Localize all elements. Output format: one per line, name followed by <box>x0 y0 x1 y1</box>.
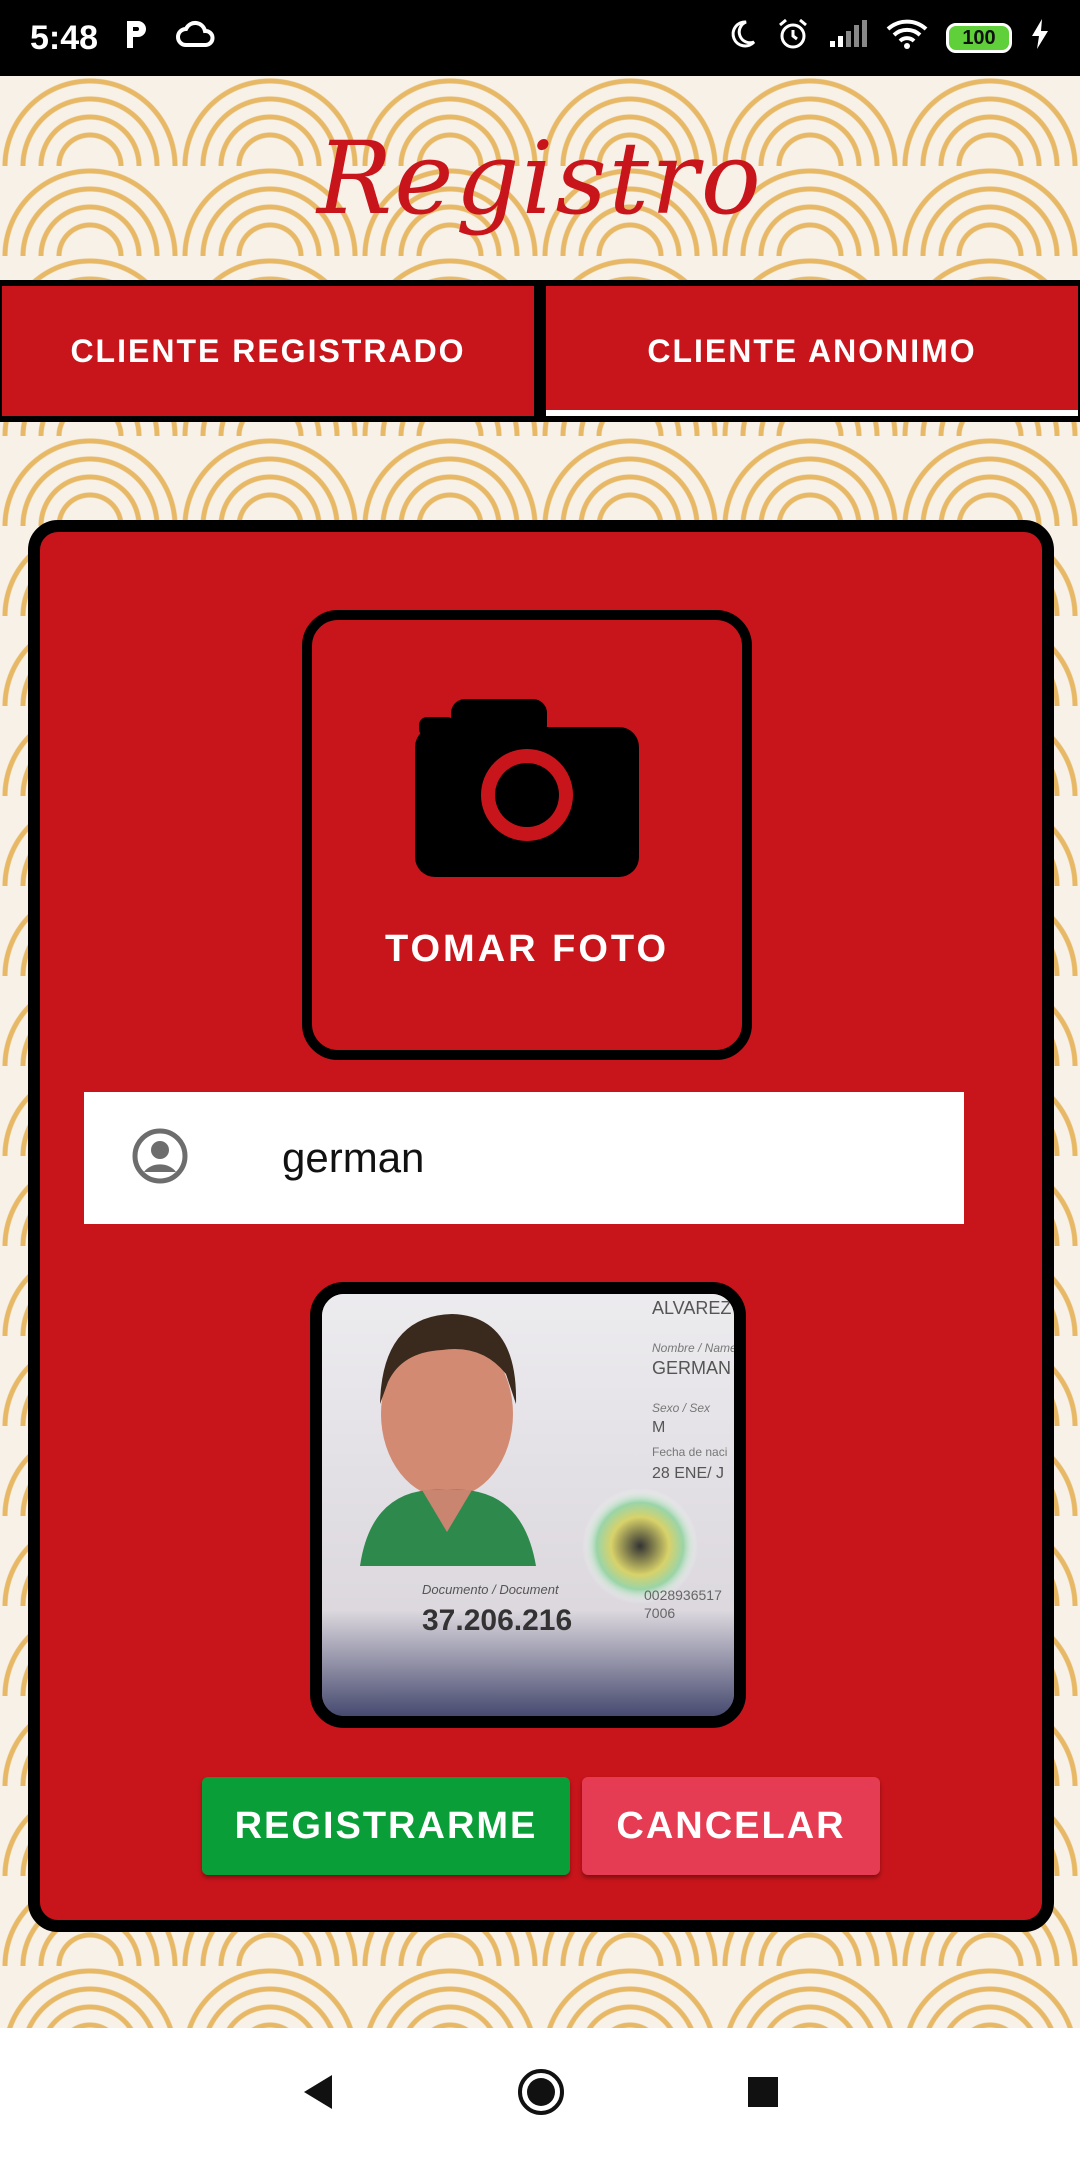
moon-icon <box>726 18 758 59</box>
account-circle-icon <box>132 1128 188 1189</box>
tab-label: CLIENTE REGISTRADO <box>70 332 466 369</box>
registration-card: TOMAR FOTO german ALVAREZ Nombre / Name … <box>28 520 1054 1932</box>
back-icon[interactable] <box>300 2072 336 2117</box>
tab-cliente-registrado[interactable]: CLIENTE REGISTRADO <box>0 284 536 418</box>
take-photo-button[interactable]: TOMAR FOTO <box>302 610 752 1060</box>
id-card-photo: ALVAREZ Nombre / Name GERMAN Sexo / Sex … <box>310 1282 746 1728</box>
id-code: 0028936517 <box>644 1587 722 1603</box>
status-bar: 5:48 100 <box>0 0 1080 76</box>
id-sex-label: Sexo / Sex <box>652 1401 711 1415</box>
name-input[interactable] <box>282 1134 882 1182</box>
parking-icon <box>124 18 150 59</box>
take-photo-label: TOMAR FOTO <box>384 928 670 970</box>
id-surname: ALVAREZ <box>652 1298 731 1318</box>
recents-icon[interactable] <box>746 2075 780 2114</box>
id-document-label: Documento / Document <box>422 1582 560 1597</box>
name-field[interactable] <box>84 1092 964 1224</box>
camera-icon <box>415 699 639 884</box>
charging-icon <box>1030 18 1050 59</box>
home-icon[interactable] <box>516 2067 566 2122</box>
cloud-icon <box>176 19 216 58</box>
tab-label: CLIENTE ANONIMO <box>647 332 977 369</box>
alarm-icon <box>776 17 810 60</box>
register-button[interactable]: REGISTRARME <box>202 1777 570 1875</box>
tab-cliente-anonimo[interactable]: CLIENTE ANONIMO <box>544 284 1080 418</box>
id-birth-label: Fecha de naci <box>652 1445 727 1459</box>
id-code-2: 7006 <box>644 1605 675 1621</box>
status-time: 5:48 <box>30 18 99 57</box>
id-name-label: Nombre / Name <box>652 1341 734 1355</box>
id-name: GERMAN <box>652 1358 731 1378</box>
page-title: Registro <box>317 120 763 237</box>
battery-icon: 100 <box>946 23 1012 53</box>
tab-bar: CLIENTE REGISTRADO CLIENTE ANONIMO <box>0 280 1080 422</box>
wifi-icon <box>886 18 928 59</box>
tab-selected-indicator <box>546 410 1078 416</box>
navigation-bar <box>0 2028 1080 2160</box>
id-birth: 28 ENE/ J <box>652 1465 724 1482</box>
signal-icon <box>828 19 868 58</box>
id-sex: M <box>652 1419 665 1436</box>
id-document-number: 37.206.216 <box>422 1604 572 1637</box>
cancel-button[interactable]: CANCELAR <box>582 1777 880 1875</box>
